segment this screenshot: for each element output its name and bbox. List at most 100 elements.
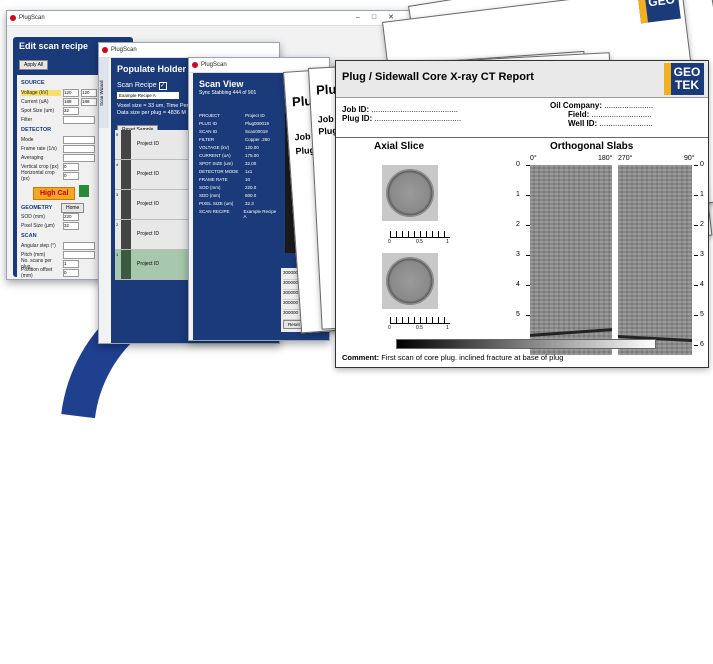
depth-tick bbox=[694, 345, 698, 346]
scan-field-value: 600.0 bbox=[245, 193, 257, 198]
job-id-label: Job ID: bbox=[342, 105, 370, 114]
angle-label: 0° bbox=[530, 155, 537, 162]
voltage-input-2[interactable]: 120 bbox=[81, 88, 97, 97]
current-input-2[interactable]: 188 bbox=[81, 97, 97, 106]
pixel-size-input[interactable]: 32 bbox=[63, 221, 79, 230]
recipe-select[interactable]: Example Recipe A bbox=[117, 92, 179, 99]
apply-all-button[interactable]: Apply All bbox=[19, 60, 49, 70]
slot-label: Project ID bbox=[137, 201, 159, 207]
job-info: Job ID: ................................… bbox=[342, 105, 461, 123]
vcrop-input[interactable]: 0 bbox=[63, 162, 79, 171]
holder-slot[interactable]: 4 Project ID bbox=[115, 160, 195, 190]
nscans-input[interactable]: 1 bbox=[63, 259, 79, 268]
mode-select[interactable] bbox=[63, 135, 95, 144]
depth-tick-label: 5 bbox=[700, 311, 704, 318]
app-name: PlugScan bbox=[19, 15, 45, 21]
stacked-job: Job bbox=[294, 131, 311, 143]
oil-company-label: Oil Company: bbox=[550, 101, 603, 110]
report-header: Plug / Sidewall Core X-ray CT Report GEO… bbox=[336, 61, 708, 98]
averaging-label: Averaging bbox=[21, 154, 44, 161]
depth-tick-label: 0 bbox=[516, 161, 520, 168]
geotek-logo: GEO bbox=[637, 0, 681, 24]
high-cal-button[interactable]: High Cal bbox=[33, 187, 76, 200]
averaging-input[interactable] bbox=[63, 153, 95, 162]
depth-tick-label: 0 bbox=[700, 161, 704, 168]
hcrop-input[interactable]: 0 bbox=[63, 171, 79, 180]
mode-label: Mode bbox=[21, 136, 34, 143]
scan-field-value: Example Recipe A bbox=[243, 209, 277, 219]
scale-label: 1 bbox=[446, 325, 449, 331]
depth-tick bbox=[694, 225, 698, 226]
slot-number: 5 bbox=[116, 132, 119, 137]
scan-field-key: SDD (mm) bbox=[199, 193, 221, 198]
depth-tick bbox=[694, 165, 698, 166]
holder-slot[interactable]: 1 Project ID bbox=[115, 250, 195, 280]
scan-field-value: Plug000019 bbox=[245, 121, 270, 126]
plug-id-value: ....................................... bbox=[374, 114, 462, 123]
scale-bar-top bbox=[390, 231, 450, 238]
scan-field-value: Copper .250 bbox=[245, 137, 270, 142]
side-tab[interactable]: Scan Wizard bbox=[99, 58, 109, 128]
current-label: Current (uA) bbox=[21, 98, 49, 105]
scan-field-row: FRAME RATE 10 bbox=[199, 177, 279, 185]
depth-tick bbox=[694, 255, 698, 256]
depth-tick-label: 5 bbox=[516, 311, 520, 318]
scale-label: 0 bbox=[388, 239, 391, 245]
scan-field-value: 32.00 bbox=[245, 161, 257, 166]
comment: Comment: First scan of core plug. inclin… bbox=[342, 353, 563, 362]
stacked-job: Job bbox=[317, 113, 334, 125]
report-title: Plug / Sidewall Core X-ray CT Report bbox=[342, 71, 534, 83]
side-tab-label: Scan Wizard bbox=[99, 80, 104, 106]
sod-input[interactable]: 220 bbox=[63, 212, 79, 221]
current-input[interactable]: 188 bbox=[63, 97, 79, 106]
scan-field-key: SPOT SIZE (um) bbox=[199, 161, 233, 166]
angular-step-input[interactable] bbox=[63, 241, 95, 250]
holder-slot[interactable]: 2 Project ID bbox=[115, 220, 195, 250]
holder-slot[interactable]: 3 Project ID bbox=[115, 190, 195, 220]
geotek-logo: GEO TEK bbox=[664, 63, 704, 95]
spot-input[interactable]: 32 bbox=[63, 106, 79, 115]
app-name: PlugScan bbox=[111, 47, 137, 53]
depth-tick-label: 4 bbox=[516, 281, 520, 288]
scan-field-row: PROJECT Project ID bbox=[199, 113, 279, 121]
hcrop-label: Horizontal crop (px) bbox=[21, 169, 55, 182]
voltage-input[interactable]: 120 bbox=[63, 88, 79, 97]
recipe-label: Scan Recipe bbox=[117, 82, 157, 89]
filter-select[interactable] bbox=[63, 115, 95, 124]
pitch-input[interactable] bbox=[63, 250, 95, 259]
depth-tick-label: 1 bbox=[516, 191, 520, 198]
depth-tick bbox=[526, 225, 530, 226]
slab-0-180 bbox=[530, 165, 612, 355]
angle-label: 270° bbox=[618, 155, 633, 162]
offset-input[interactable]: 0 bbox=[63, 268, 79, 277]
scan-field-value: 10 bbox=[245, 177, 251, 182]
logo-accent bbox=[664, 63, 671, 95]
scale-label: 0.5 bbox=[416, 325, 423, 331]
app-logo-icon bbox=[10, 15, 16, 21]
scan-field-key: VOLTAGE (kV) bbox=[199, 145, 230, 150]
depth-tick bbox=[694, 195, 698, 196]
scan-field-row: SCAN ID Scan00019 bbox=[199, 129, 279, 137]
slot-label: Project ID bbox=[137, 261, 159, 267]
depth-tick-label: 3 bbox=[516, 251, 520, 258]
depth-tick bbox=[526, 315, 530, 316]
scan-field-key: SCAN ID bbox=[199, 129, 218, 134]
stacked-title: Plu bbox=[315, 81, 337, 98]
scan-field-key: SOD (mm) bbox=[199, 185, 221, 190]
scan-field-row: CURRENT (uA) 175.00 bbox=[199, 153, 279, 161]
slot-number: 4 bbox=[116, 162, 119, 167]
scan-field-value: Project ID bbox=[245, 113, 265, 118]
frame-rate-input[interactable] bbox=[63, 144, 95, 153]
home-button[interactable]: Home bbox=[61, 202, 85, 213]
slot-number: 3 bbox=[116, 192, 119, 197]
scan-field-value: Scan00019 bbox=[245, 129, 268, 134]
scan-field-key: PIXEL SIZE (um) bbox=[199, 201, 234, 206]
comment-label: Comment: bbox=[342, 353, 380, 362]
scan-field-key: FRAME RATE bbox=[199, 177, 228, 182]
grayscale-bar bbox=[396, 339, 656, 349]
recipe-checkbox[interactable]: ✓ bbox=[158, 82, 167, 90]
angular-step-label: Angular step (°) bbox=[21, 242, 56, 249]
holder-slot[interactable]: 5 Project ID bbox=[115, 130, 195, 160]
scan-field-value: 175.00 bbox=[245, 153, 259, 158]
low-cal-button[interactable] bbox=[79, 184, 90, 197]
